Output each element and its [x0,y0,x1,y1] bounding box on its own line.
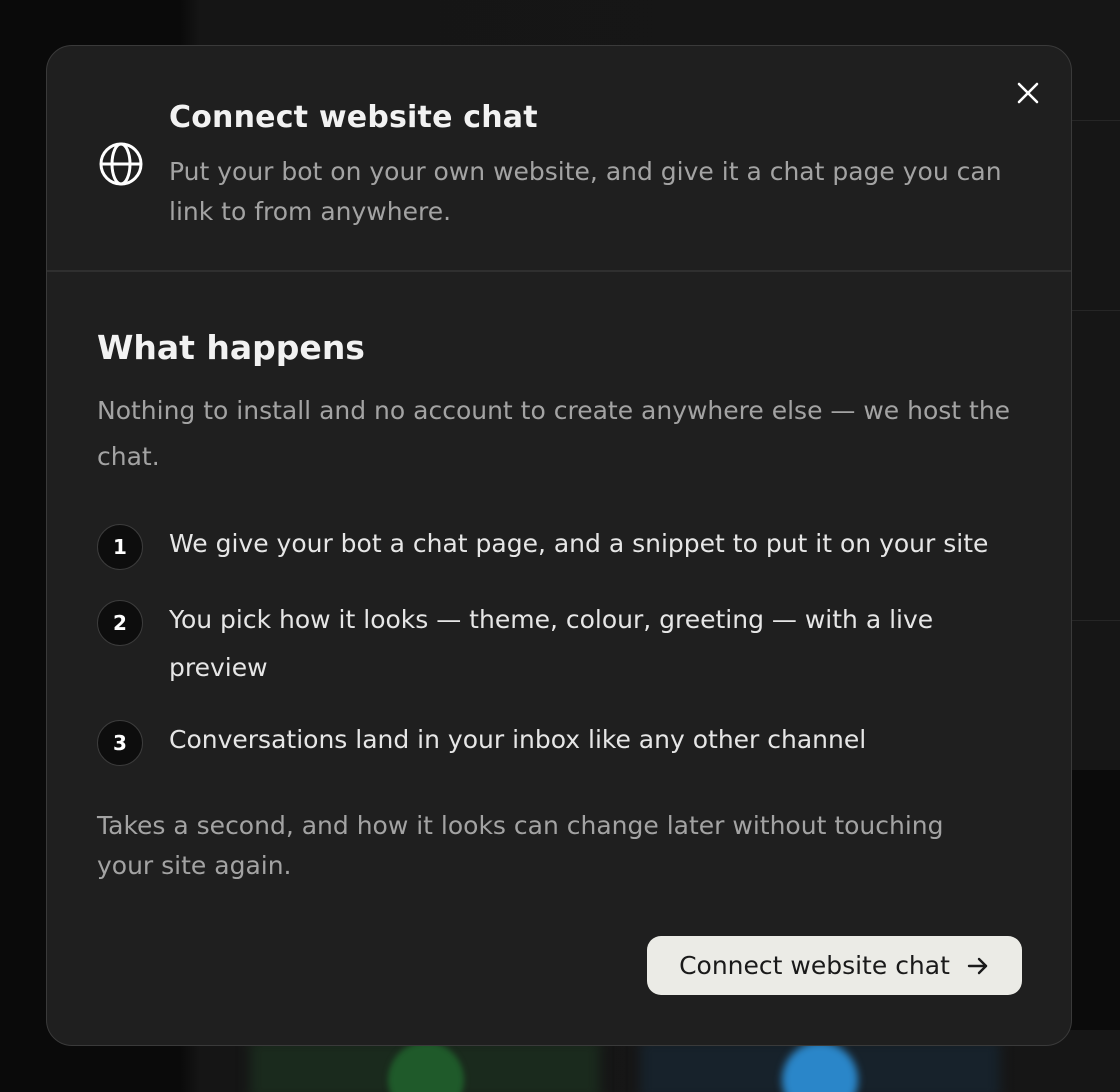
step-text: Conversations land in your inbox like an… [169,725,867,754]
globe-icon [99,142,143,186]
dialog-header: Connect website chat Put your bot on you… [47,46,1071,272]
section-intro: Nothing to install and no account to cre… [97,396,1011,471]
backdrop-panel [1070,770,1120,1030]
connect-website-chat-button[interactable]: Connect website chat [647,936,1022,995]
backdrop-divider [1070,120,1120,121]
step-number-badge: 1 [97,524,143,570]
step-text: You pick how it looks — theme, colour, g… [169,605,934,682]
step-number-badge: 2 [97,600,143,646]
connect-website-chat-dialog: Connect website chat Put your bot on you… [46,45,1072,1046]
step-text: We give your bot a chat page, and a snip… [169,529,989,558]
dialog-title: Connect website chat [169,100,538,135]
dialog-subtitle: Put your bot on your own website, and gi… [169,157,1002,226]
step-number-badge: 3 [97,720,143,766]
arrow-right-icon [967,957,988,974]
backdrop-divider [1070,620,1120,621]
footnote: Takes a second, and how it looks can cha… [97,811,944,880]
close-icon [1017,82,1039,104]
button-label: Connect website chat [679,951,950,980]
backdrop-divider [1070,310,1120,311]
section-title: What happens [97,328,365,367]
close-button[interactable] [1011,76,1045,110]
